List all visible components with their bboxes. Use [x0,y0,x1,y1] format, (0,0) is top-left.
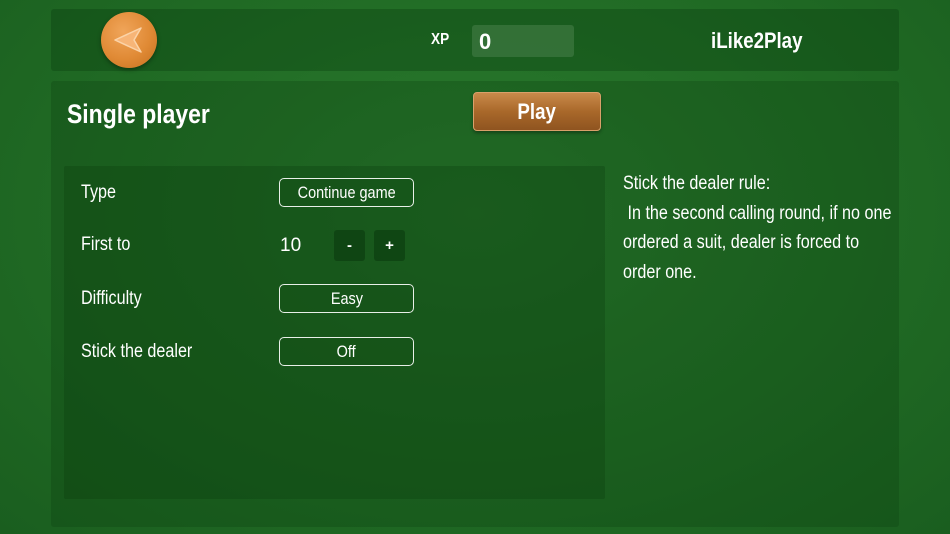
main-panel: Single player Play Type Continue game Fi… [51,81,899,527]
page-title: Single player [67,99,210,129]
difficulty-value: Easy [330,288,363,308]
rule-title: Stick the dealer rule: [623,173,771,194]
decrement-button[interactable]: - [334,230,365,261]
difficulty-button[interactable]: Easy [279,284,414,313]
play-button[interactable]: Play [473,92,601,131]
type-label: Type [81,182,117,203]
stick-dealer-button[interactable]: Off [279,337,414,366]
xp-display: 0 [472,25,574,57]
first-to-value: 10 [280,235,302,256]
rule-info: Stick the dealer rule: In the second cal… [623,169,895,287]
back-arrow-icon [114,27,142,53]
type-value: Continue game [297,182,396,202]
difficulty-label: Difficulty [81,288,142,309]
options-panel: Type Continue game First to 10 - + Diffi… [64,166,605,499]
xp-value: 0 [479,29,492,54]
top-bar: XP 0 iLike2Play [51,9,899,71]
username: iLike2Play [711,28,803,53]
stick-dealer-label: Stick the dealer [81,341,193,362]
increment-button[interactable]: + [374,230,405,261]
type-button[interactable]: Continue game [279,178,414,207]
xp-label: XP [431,31,450,48]
stick-dealer-value: Off [336,341,357,361]
first-to-label: First to [81,234,131,255]
play-button-label: Play [517,98,557,124]
back-button[interactable] [101,12,157,68]
rule-description: In the second calling round, if no one o… [623,202,896,283]
